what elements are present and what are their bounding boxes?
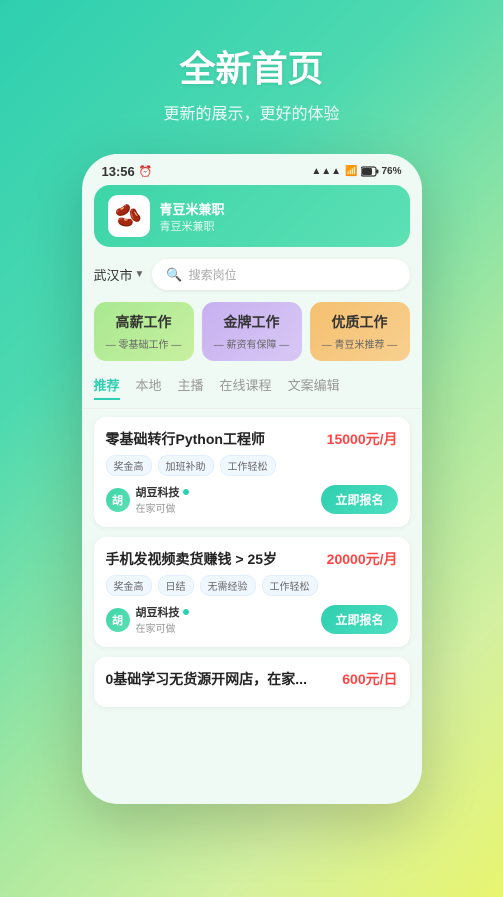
apply-btn-1[interactable]: 立即报名 — [321, 605, 397, 634]
search-placeholder: 搜索岗位 — [189, 266, 237, 283]
category-row: 高薪工作 — 零基础工作 — 金牌工作 — 薪资有保障 — 优质工作 — 青豆米… — [82, 298, 422, 371]
online-dot-0 — [183, 489, 189, 495]
job-title-2: 0基础学习无货源开网店，在家... — [106, 669, 343, 689]
tab-local[interactable]: 本地 — [136, 375, 162, 400]
company-location-1: 在家可做 — [136, 620, 189, 635]
cat-title-1: 金牌工作 — [210, 312, 294, 332]
wifi-icon: 📶 — [345, 166, 357, 177]
status-bar: 13:56 ⏰ ▲▲▲ 📶 76% — [82, 154, 422, 185]
job-card-2: 0基础学习无货源开网店，在家... 600元/日 — [94, 657, 410, 707]
company-name-1: 胡豆科技 — [136, 604, 189, 620]
job-card-1: 手机发视频卖货赚钱 > 25岁 20000元/月 奖金高 日结 无需经验 工作轻… — [94, 537, 410, 647]
job-tags-0: 奖金高 加班补助 工作轻松 — [106, 455, 398, 476]
search-row: 武汉市 ▼ 🔍 搜索岗位 — [82, 255, 422, 298]
category-card-gaoxin[interactable]: 高薪工作 — 零基础工作 — — [94, 302, 194, 361]
notification-bar: 🫘 青豆米兼职 青豆米兼职 — [94, 185, 410, 247]
online-dot-1 — [183, 609, 189, 615]
notif-sub: 青豆米兼职 — [160, 218, 225, 234]
tab-copywriting[interactable]: 文案编辑 — [288, 375, 340, 400]
company-info-1: 胡 胡豆科技 在家可做 — [106, 604, 189, 635]
header-section: 全新首页 更新的展示，更好的体验 — [0, 0, 503, 144]
job-list: 零基础转行Python工程师 15000元/月 奖金高 加班补助 工作轻松 胡 … — [82, 409, 422, 779]
city-selector[interactable]: 武汉市 ▼ — [94, 265, 145, 284]
job-salary-0: 15000元/月 — [327, 429, 398, 449]
city-label: 武汉市 — [94, 265, 133, 284]
tag-easy-1: 工作轻松 — [262, 575, 318, 596]
category-card-jinpai[interactable]: 金牌工作 — 薪资有保障 — — [202, 302, 302, 361]
company-avatar-1: 胡 — [106, 608, 130, 632]
status-time: 13:56 — [102, 164, 135, 179]
chevron-down-icon: ▼ — [135, 269, 145, 280]
tag-bonus-1: 奖金高 — [106, 575, 152, 596]
cat-sub-0: — 零基础工作 — — [102, 336, 186, 351]
job-card-0: 零基础转行Python工程师 15000元/月 奖金高 加班补助 工作轻松 胡 … — [94, 417, 410, 527]
job-tags-1: 奖金高 日结 无需经验 工作轻松 — [106, 575, 398, 596]
notif-text: 青豆米兼职 青豆米兼职 — [160, 199, 225, 234]
job-salary-1: 20000元/月 — [327, 549, 398, 569]
battery-text: 76% — [381, 166, 401, 177]
job-title-0: 零基础转行Python工程师 — [106, 429, 327, 449]
tag-daily: 日结 — [158, 575, 194, 596]
cat-sub-1: — 薪资有保障 — — [210, 336, 294, 351]
battery-icon: 76% — [361, 166, 401, 177]
tag-easy: 工作轻松 — [220, 455, 276, 476]
signal-icon: ▲▲▲ — [311, 166, 341, 177]
company-name-0: 胡豆科技 — [136, 484, 189, 500]
company-avatar-0: 胡 — [106, 488, 130, 512]
tabs-row: 推荐 本地 主播 在线课程 文案编辑 — [82, 371, 422, 409]
tag-overtime: 加班补助 — [158, 455, 214, 476]
tag-no-exp: 无需经验 — [200, 575, 256, 596]
cat-sub-2: — 青豆米推荐 — — [318, 336, 402, 351]
tab-anchor[interactable]: 主播 — [178, 375, 204, 400]
company-info-0: 胡 胡豆科技 在家可做 — [106, 484, 189, 515]
cat-title-2: 优质工作 — [318, 312, 402, 332]
company-location-0: 在家可做 — [136, 500, 189, 515]
apply-btn-0[interactable]: 立即报名 — [321, 485, 397, 514]
notif-title: 青豆米兼职 — [160, 199, 225, 218]
app-icon: 🫘 — [108, 195, 150, 237]
alarm-icon: ⏰ — [139, 165, 153, 178]
cat-title-0: 高薪工作 — [102, 312, 186, 332]
search-icon: 🔍 — [166, 267, 182, 283]
job-title-1: 手机发视频卖货赚钱 > 25岁 — [106, 549, 327, 569]
phone-container: 13:56 ⏰ ▲▲▲ 📶 76% 🫘 青豆米兼职 青豆米兼职 武汉市 ▼ 🔍 … — [82, 154, 422, 804]
main-title: 全新首页 — [20, 40, 483, 92]
status-icons: ▲▲▲ 📶 76% — [311, 166, 401, 177]
tag-bonus: 奖金高 — [106, 455, 152, 476]
sub-title: 更新的展示，更好的体验 — [20, 100, 483, 124]
tab-recommend[interactable]: 推荐 — [94, 375, 120, 400]
category-card-youzhi[interactable]: 优质工作 — 青豆米推荐 — — [310, 302, 410, 361]
search-box[interactable]: 🔍 搜索岗位 — [152, 259, 409, 290]
tab-course[interactable]: 在线课程 — [220, 375, 272, 400]
job-salary-2: 600元/日 — [342, 669, 397, 689]
